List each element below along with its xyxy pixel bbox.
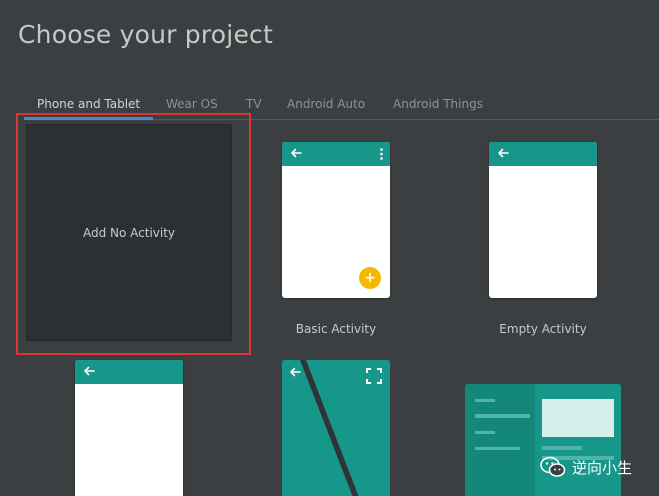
template-card-empty-activity[interactable] — [489, 142, 597, 298]
selection-highlight — [16, 113, 251, 355]
app-bar — [489, 142, 597, 166]
tab-android-auto[interactable]: Android Auto — [287, 96, 365, 118]
page-title: Choose your project — [18, 20, 273, 49]
template-card-basic-activity[interactable]: + — [282, 142, 390, 298]
back-arrow-icon — [84, 366, 95, 376]
fab-button: + — [359, 267, 381, 289]
watermark-text: 逆向小生 — [572, 458, 633, 477]
back-arrow-icon — [291, 148, 302, 158]
tab-android-things[interactable]: Android Things — [393, 96, 483, 118]
template-card-row2-1[interactable] — [75, 360, 183, 496]
fullscreen-icon — [366, 368, 382, 384]
back-arrow-icon — [290, 367, 301, 377]
watermark: 逆向小生 — [540, 455, 632, 479]
template-label-empty-activity: Empty Activity — [499, 322, 587, 336]
new-project-wizard: Choose your project Phone and Tablet Wea… — [0, 0, 659, 496]
overflow-menu-icon — [380, 148, 383, 160]
back-arrow-icon — [498, 148, 509, 158]
app-bar — [282, 142, 390, 166]
template-card-master-detail[interactable] — [465, 384, 621, 496]
master-detail-illustration — [465, 384, 621, 496]
template-label-basic-activity: Basic Activity — [295, 322, 377, 336]
template-card-fullscreen-activity[interactable] — [282, 360, 390, 496]
app-bar — [75, 360, 183, 384]
wechat-icon — [540, 456, 566, 477]
